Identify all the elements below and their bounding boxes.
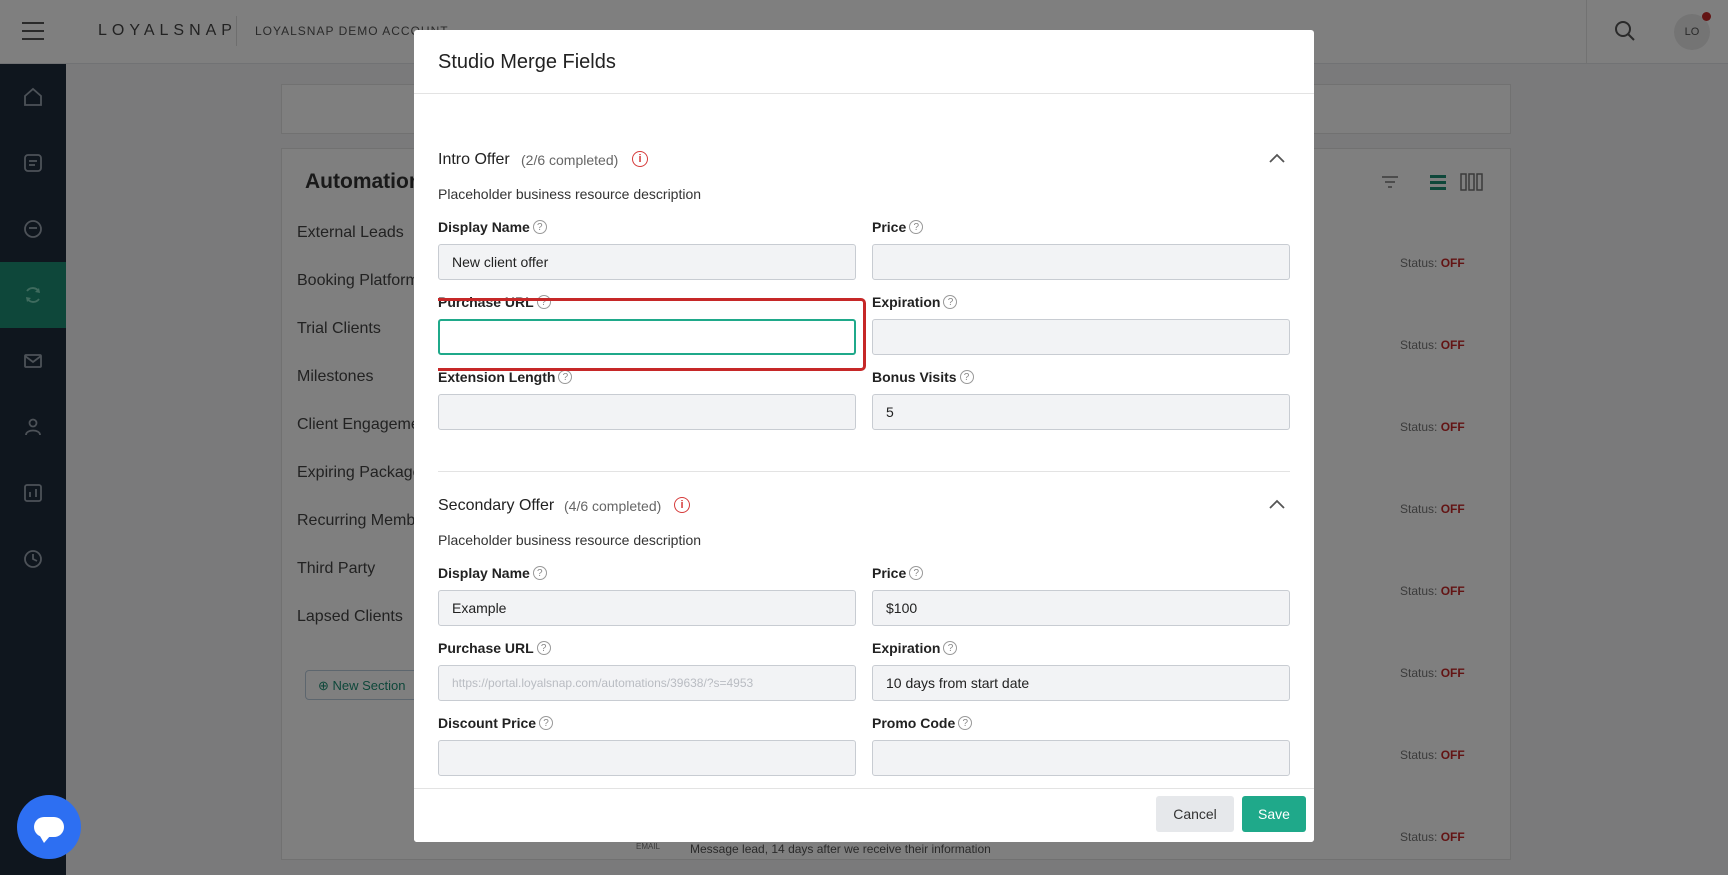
field-label: Extension Length? [438,368,856,386]
help-icon[interactable]: ? [958,716,973,730]
field-label: Discount Price? [438,714,856,732]
price-input[interactable] [872,590,1290,626]
help-icon[interactable]: ? [959,370,974,384]
field-label-text: Bonus Visits [872,369,957,385]
field-label: Promo Code? [872,714,1290,732]
help-icon[interactable]: ? [532,220,547,234]
help-icon[interactable]: ? [943,295,958,309]
field-label: Expiration? [872,293,1290,311]
info-icon: i [632,151,648,167]
price-field: Price? [872,564,1290,626]
field-label: Expiration? [872,639,1290,657]
display-name-field: Display Name? [438,218,856,280]
cancel-button[interactable]: Cancel [1156,796,1234,832]
display-name-input[interactable] [438,244,856,280]
section-header[interactable]: Intro Offer (2/6 completed) i [438,144,1290,174]
modal-footer: Cancel Save [414,788,1314,842]
discount-price-field: Discount Price? [438,714,856,776]
chevron-up-icon[interactable] [1268,150,1286,168]
field-label-text: Price [872,219,907,235]
help-icon[interactable]: ? [532,566,547,580]
section-description: Placeholder business resource descriptio… [438,186,702,202]
field-label: Price? [872,218,1290,236]
display-name-field: Display Name? [438,564,856,626]
promo-code-input[interactable] [872,740,1290,776]
chat-bubble-icon [34,817,64,843]
help-icon[interactable]: ? [943,641,958,655]
help-icon[interactable]: ? [909,220,924,234]
modal-title: Studio Merge Fields [438,51,616,73]
bonus-visits-field: Bonus Visits? [872,368,1290,430]
field-label-text: Display Name [438,219,530,235]
extension-length-field: Extension Length? [438,368,856,430]
field-label-text: Expiration [872,294,941,310]
field-label-text: Extension Length [438,369,556,385]
studio-merge-fields-modal: Studio Merge Fields Intro Offer (2/6 com… [414,30,1314,842]
save-button[interactable]: Save [1242,796,1306,832]
expiration-input[interactable] [872,665,1290,701]
help-icon[interactable]: ? [539,716,554,730]
extension-length-input[interactable] [438,394,856,430]
display-name-input[interactable] [438,590,856,626]
section-completion-count: (4/6 completed) [564,498,662,514]
promo-code-field: Promo Code? [872,714,1290,776]
expiration-field: Expiration? [872,639,1290,701]
purchase-url-field: Purchase URL? [438,639,856,701]
price-field: Price? [872,218,1290,280]
section-description: Placeholder business resource descriptio… [438,532,702,548]
purchase-url-input[interactable] [438,665,856,701]
field-label-text: Display Name [438,565,530,581]
help-icon[interactable]: ? [909,566,924,580]
price-input[interactable] [872,244,1290,280]
field-label-text: Promo Code [872,715,956,731]
expiration-field: Expiration? [872,293,1290,355]
field-label-text: Expiration [872,640,941,656]
chat-launcher-button[interactable] [17,795,81,859]
field-label: Purchase URL? [438,293,856,311]
modal-header: Studio Merge Fields [414,30,1314,94]
help-icon[interactable]: ? [536,295,551,309]
section-header[interactable]: Secondary Offer (4/6 completed) i [438,490,1290,520]
field-label-text: Price [872,565,907,581]
field-label-text: Discount Price [438,715,537,731]
help-icon[interactable]: ? [536,641,551,655]
field-label: Bonus Visits? [872,368,1290,386]
purchase-url-field: Purchase URL? [438,293,856,355]
section-completion-count: (2/6 completed) [521,152,619,168]
discount-price-input[interactable] [438,740,856,776]
section-title: Secondary Offer [438,497,555,514]
chevron-up-icon[interactable] [1268,496,1286,514]
modal-body[interactable]: Intro Offer (2/6 completed) i Placeholde… [438,94,1290,818]
info-icon: i [674,497,690,513]
field-label: Purchase URL? [438,639,856,657]
section-title: Intro Offer [438,151,510,168]
purchase-url-input[interactable] [438,319,856,355]
field-label: Price? [872,564,1290,582]
field-label: Display Name? [438,564,856,582]
help-icon[interactable]: ? [558,370,573,384]
section-divider [438,471,1290,472]
expiration-input[interactable] [872,319,1290,355]
field-label: Display Name? [438,218,856,236]
field-label-text: Purchase URL [438,294,534,310]
bonus-visits-input[interactable] [872,394,1290,430]
field-label-text: Purchase URL [438,640,534,656]
